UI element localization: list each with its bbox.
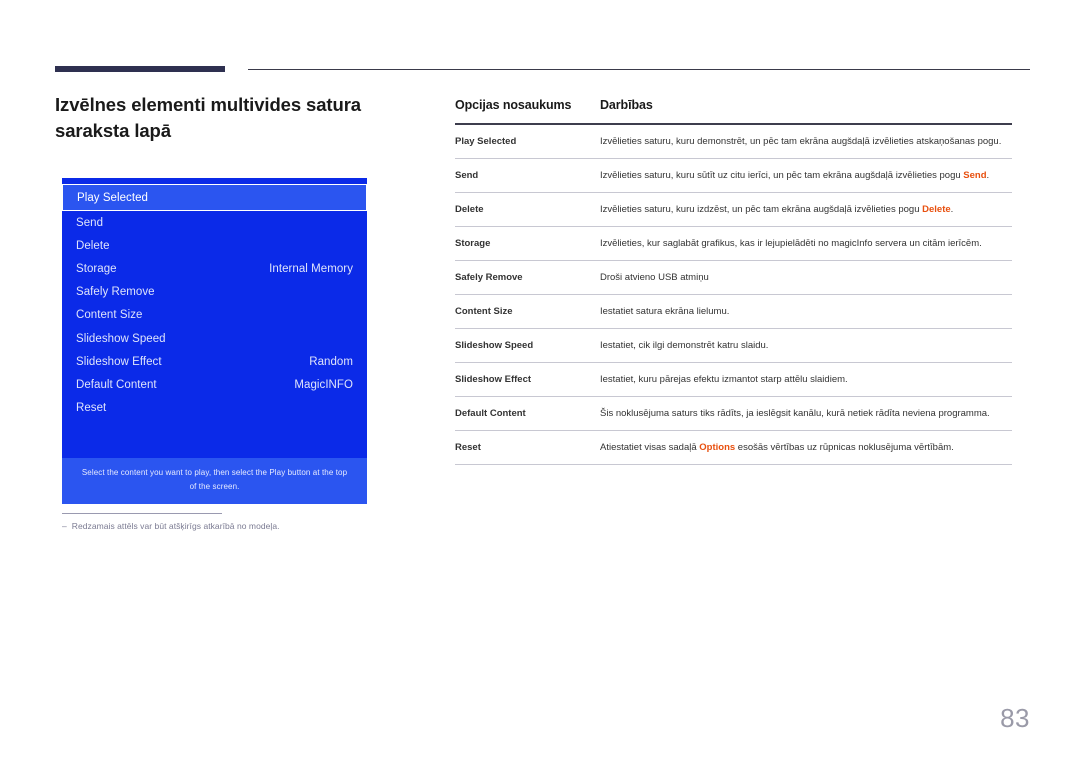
inline-highlight-term: Delete xyxy=(922,204,951,215)
table-cell-description: Šis noklusējuma saturs tiks rādīts, ja i… xyxy=(600,397,1012,431)
osd-menu-item[interactable]: Slideshow Effect Random xyxy=(62,350,367,373)
osd-menu-item-label: Reset xyxy=(76,402,107,415)
footnote-dash: ‒ xyxy=(62,521,67,531)
table-cell-option-name: Storage xyxy=(455,238,491,249)
table-row: Default Content Šis noklusējuma saturs ti… xyxy=(455,397,1012,431)
table-cell-description: Iestatiet, cik ilgi demonstrēt katru sla… xyxy=(600,329,1012,363)
header-divider-line xyxy=(248,69,1030,70)
options-table-container: Opcijas nosaukums Darbības Play Selected… xyxy=(455,98,1012,465)
table-cell-description: Izvēlieties, kur saglabāt grafikus, kas … xyxy=(600,227,1012,261)
footnote-rule xyxy=(62,513,222,514)
table-cell-option-name: Default Content xyxy=(455,408,526,419)
options-table: Opcijas nosaukums Darbības Play Selected… xyxy=(455,98,1012,465)
osd-empty-space xyxy=(62,420,367,458)
osd-menu-item[interactable]: Safely Remove xyxy=(62,281,367,304)
osd-menu-item-label: Delete xyxy=(76,239,110,252)
table-row: Slideshow Speed Iestatiet, cik ilgi demon… xyxy=(455,329,1012,363)
description-text: Izvēlieties saturu, kuru demonstrēt, un … xyxy=(600,136,1002,147)
table-cell-option-name: Slideshow Speed xyxy=(455,340,534,351)
table-cell-description: Izvēlieties saturu, kuru izdzēst, un pēc… xyxy=(600,193,1012,227)
osd-menu-item[interactable]: Slideshow Speed xyxy=(62,327,367,350)
table-cell-option-name: Send xyxy=(455,170,479,181)
description-text: . xyxy=(986,170,990,181)
osd-menu-item[interactable]: Storage Internal Memory xyxy=(62,257,367,280)
footnote-text: Redzamais attēls var būt atšķirīgs atkar… xyxy=(71,521,280,531)
table-row: Content Size Iestatiet satura ekrāna liel… xyxy=(455,295,1012,329)
osd-menu-item[interactable]: Default Content MagicINFO xyxy=(62,373,367,396)
table-row: Delete Izvēlieties saturu, kuru izdzēst, … xyxy=(455,193,1012,227)
description-text: Izvēlieties saturu, kuru sūtīt uz citu i… xyxy=(600,170,964,181)
osd-menu-item-label: Send xyxy=(76,216,104,229)
table-cell-description: Izvēlieties saturu, kuru sūtīt uz citu i… xyxy=(600,159,1012,193)
description-text: Iestatiet satura ekrāna lielumu. xyxy=(600,306,730,317)
inline-highlight-term: Send xyxy=(963,170,987,181)
table-cell-description: Atiestatiet visas sadaļā Options esošās … xyxy=(600,431,1012,465)
description-text: esošās vērtības uz rūpnicas noklusējuma … xyxy=(735,442,954,453)
table-header-actions: Darbības xyxy=(600,98,653,112)
description-text: Izvēlieties, kur saglabāt grafikus, kas … xyxy=(600,238,982,249)
osd-menu-item[interactable]: Content Size xyxy=(62,304,367,327)
description-text: Iestatiet, kuru pārejas efektu izmantot … xyxy=(600,374,848,385)
inline-highlight-term: Options xyxy=(699,442,736,453)
footnote: ‒ Redzamais attēls var būt atšķirīgs atk… xyxy=(62,521,402,531)
table-row: Safely Remove Droši atvieno USB atmiņu xyxy=(455,261,1012,295)
header-accent-bar xyxy=(55,66,225,72)
osd-menu-item-label: Play Selected xyxy=(77,191,148,204)
table-cell-option-name: Reset xyxy=(455,442,481,453)
osd-menu-item-label: Safely Remove xyxy=(76,286,155,299)
page-title: Izvēlnes elementi multivides satura sara… xyxy=(55,94,361,141)
table-cell-description: Droši atvieno USB atmiņu xyxy=(600,261,1012,295)
description-text: Izvēlieties saturu, kuru izdzēst, un pēc… xyxy=(600,204,923,215)
table-row: Storage Izvēlieties, kur saglabāt grafiku… xyxy=(455,227,1012,261)
table-row: Play Selected Izvēlieties saturu, kuru de… xyxy=(455,124,1012,159)
table-cell-description: Iestatiet satura ekrāna lielumu. xyxy=(600,295,1012,329)
osd-menu-screenshot: Play Selected Send Delete Storage Internal M… xyxy=(62,178,367,504)
osd-menu-item[interactable]: Send xyxy=(62,211,367,234)
table-row: Send Izvēlieties saturu, kuru sūtīt uz ci… xyxy=(455,159,1012,193)
osd-menu-item[interactable]: Play Selected xyxy=(62,184,367,211)
osd-menu-item[interactable]: Reset xyxy=(62,397,367,420)
table-cell-option-name: Play Selected xyxy=(455,136,517,147)
osd-menu-panel: Play Selected Send Delete Storage Internal M… xyxy=(62,178,367,458)
table-cell-option-name: Slideshow Effect xyxy=(455,374,532,385)
table-cell-description: Izvēlieties saturu, kuru demonstrēt, un … xyxy=(600,124,1012,159)
description-text: Atiestatiet visas sadaļā xyxy=(600,442,700,453)
osd-menu-item-value: MagicINFO xyxy=(294,378,353,391)
osd-menu-item-label: Content Size xyxy=(76,309,143,322)
page-number: 83 xyxy=(1000,703,1030,733)
table-cell-option-name: Safely Remove xyxy=(455,272,523,283)
description-text: Iestatiet, cik ilgi demonstrēt katru sla… xyxy=(600,340,769,351)
osd-menu-item-label: Slideshow Effect xyxy=(76,355,162,368)
osd-menu-item[interactable]: Delete xyxy=(62,234,367,257)
osd-menu-item-value: Random xyxy=(309,355,353,368)
description-text: . xyxy=(950,204,954,215)
description-text: Šis noklusējuma saturs tiks rādīts, ja i… xyxy=(600,408,990,419)
osd-menu-item-label: Storage xyxy=(76,262,117,275)
description-text: Droši atvieno USB atmiņu xyxy=(600,272,709,283)
osd-hint-text: Select the content you want to play, the… xyxy=(62,457,367,504)
table-row: Reset Atiestatiet visas sadaļā Options es… xyxy=(455,431,1012,465)
table-header-row: Opcijas nosaukums Darbības xyxy=(455,98,1012,124)
osd-menu-item-value: Internal Memory xyxy=(269,262,353,275)
table-header-option-name: Opcijas nosaukums xyxy=(455,98,572,112)
table-cell-option-name: Content Size xyxy=(455,306,513,317)
osd-menu-item-label: Slideshow Speed xyxy=(76,332,166,345)
table-cell-option-name: Delete xyxy=(455,204,484,215)
osd-menu-item-label: Default Content xyxy=(76,378,157,391)
table-cell-description: Iestatiet, kuru pārejas efektu izmantot … xyxy=(600,363,1012,397)
table-row: Slideshow Effect Iestatiet, kuru pārejas … xyxy=(455,363,1012,397)
left-column: Izvēlnes elementi multivides satura sara… xyxy=(55,92,415,144)
